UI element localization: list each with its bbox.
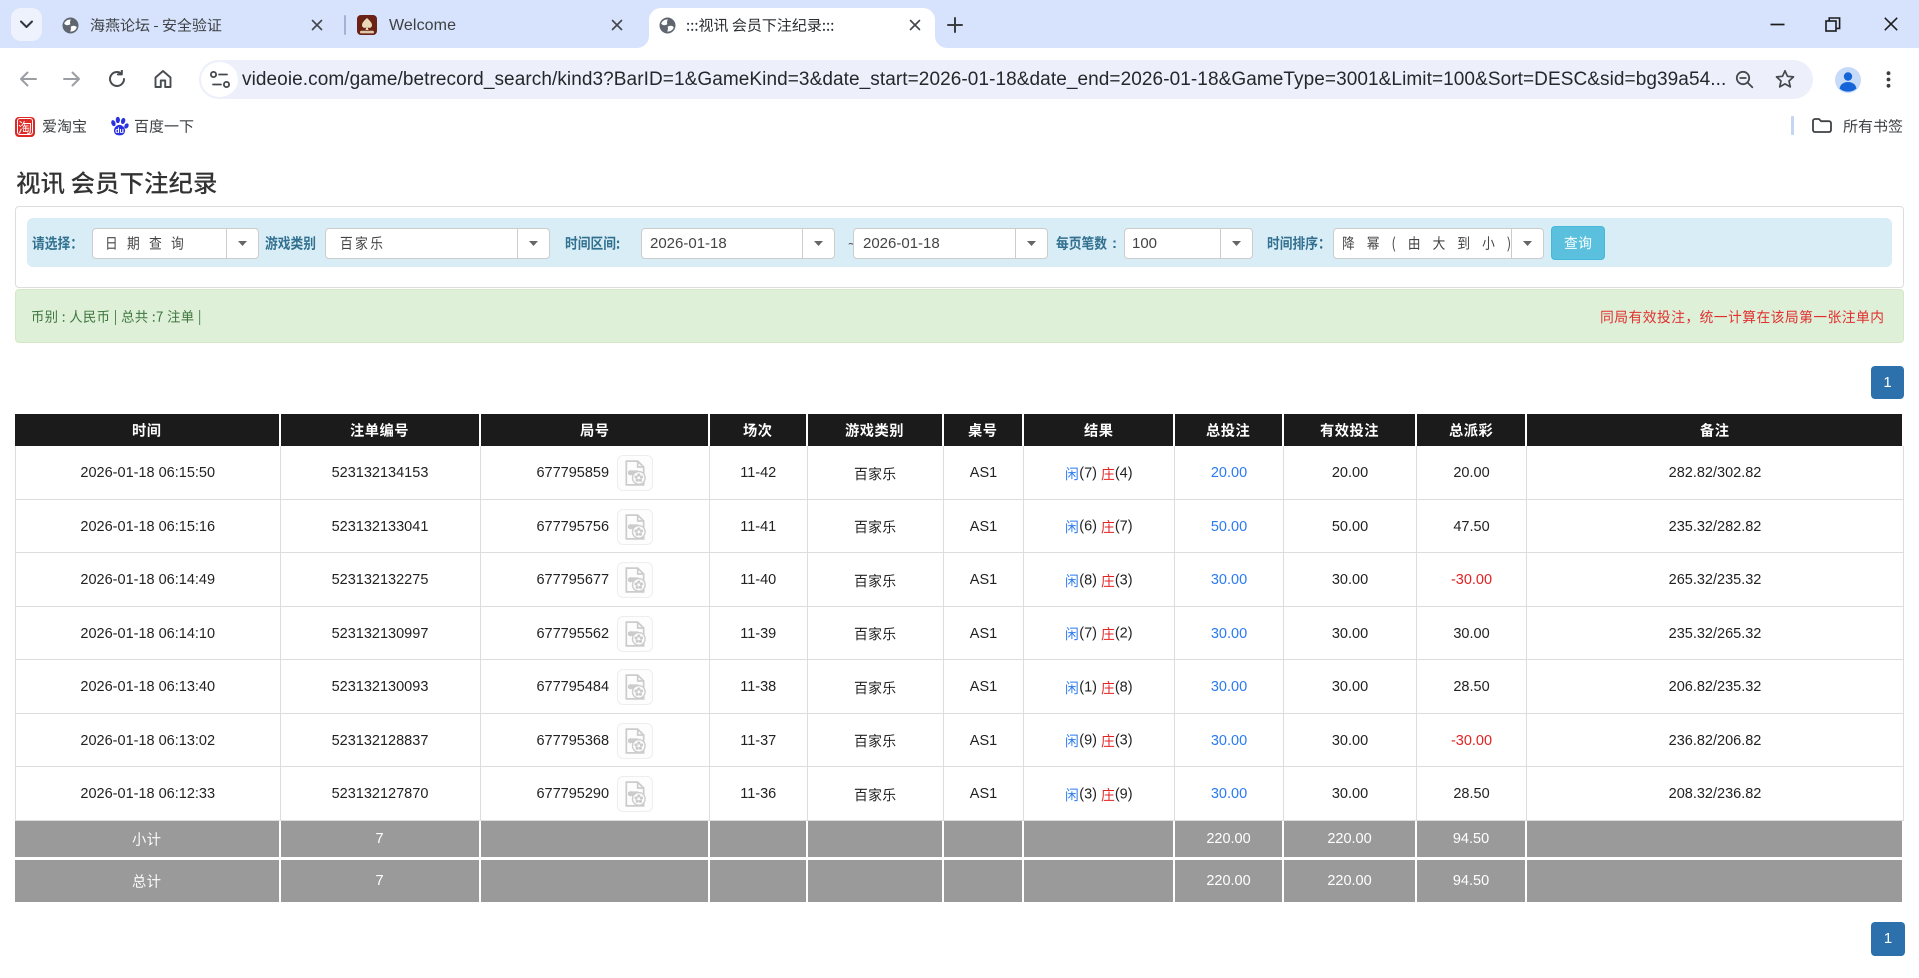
svg-text:du: du [115,127,124,135]
